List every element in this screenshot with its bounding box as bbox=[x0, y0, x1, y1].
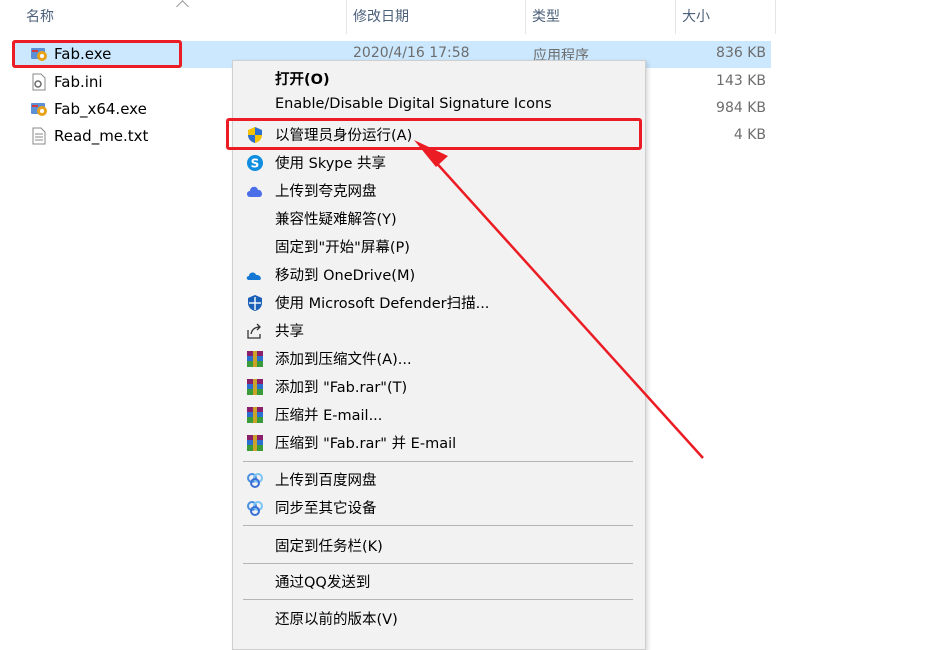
annotation-arrow bbox=[414, 140, 704, 459]
